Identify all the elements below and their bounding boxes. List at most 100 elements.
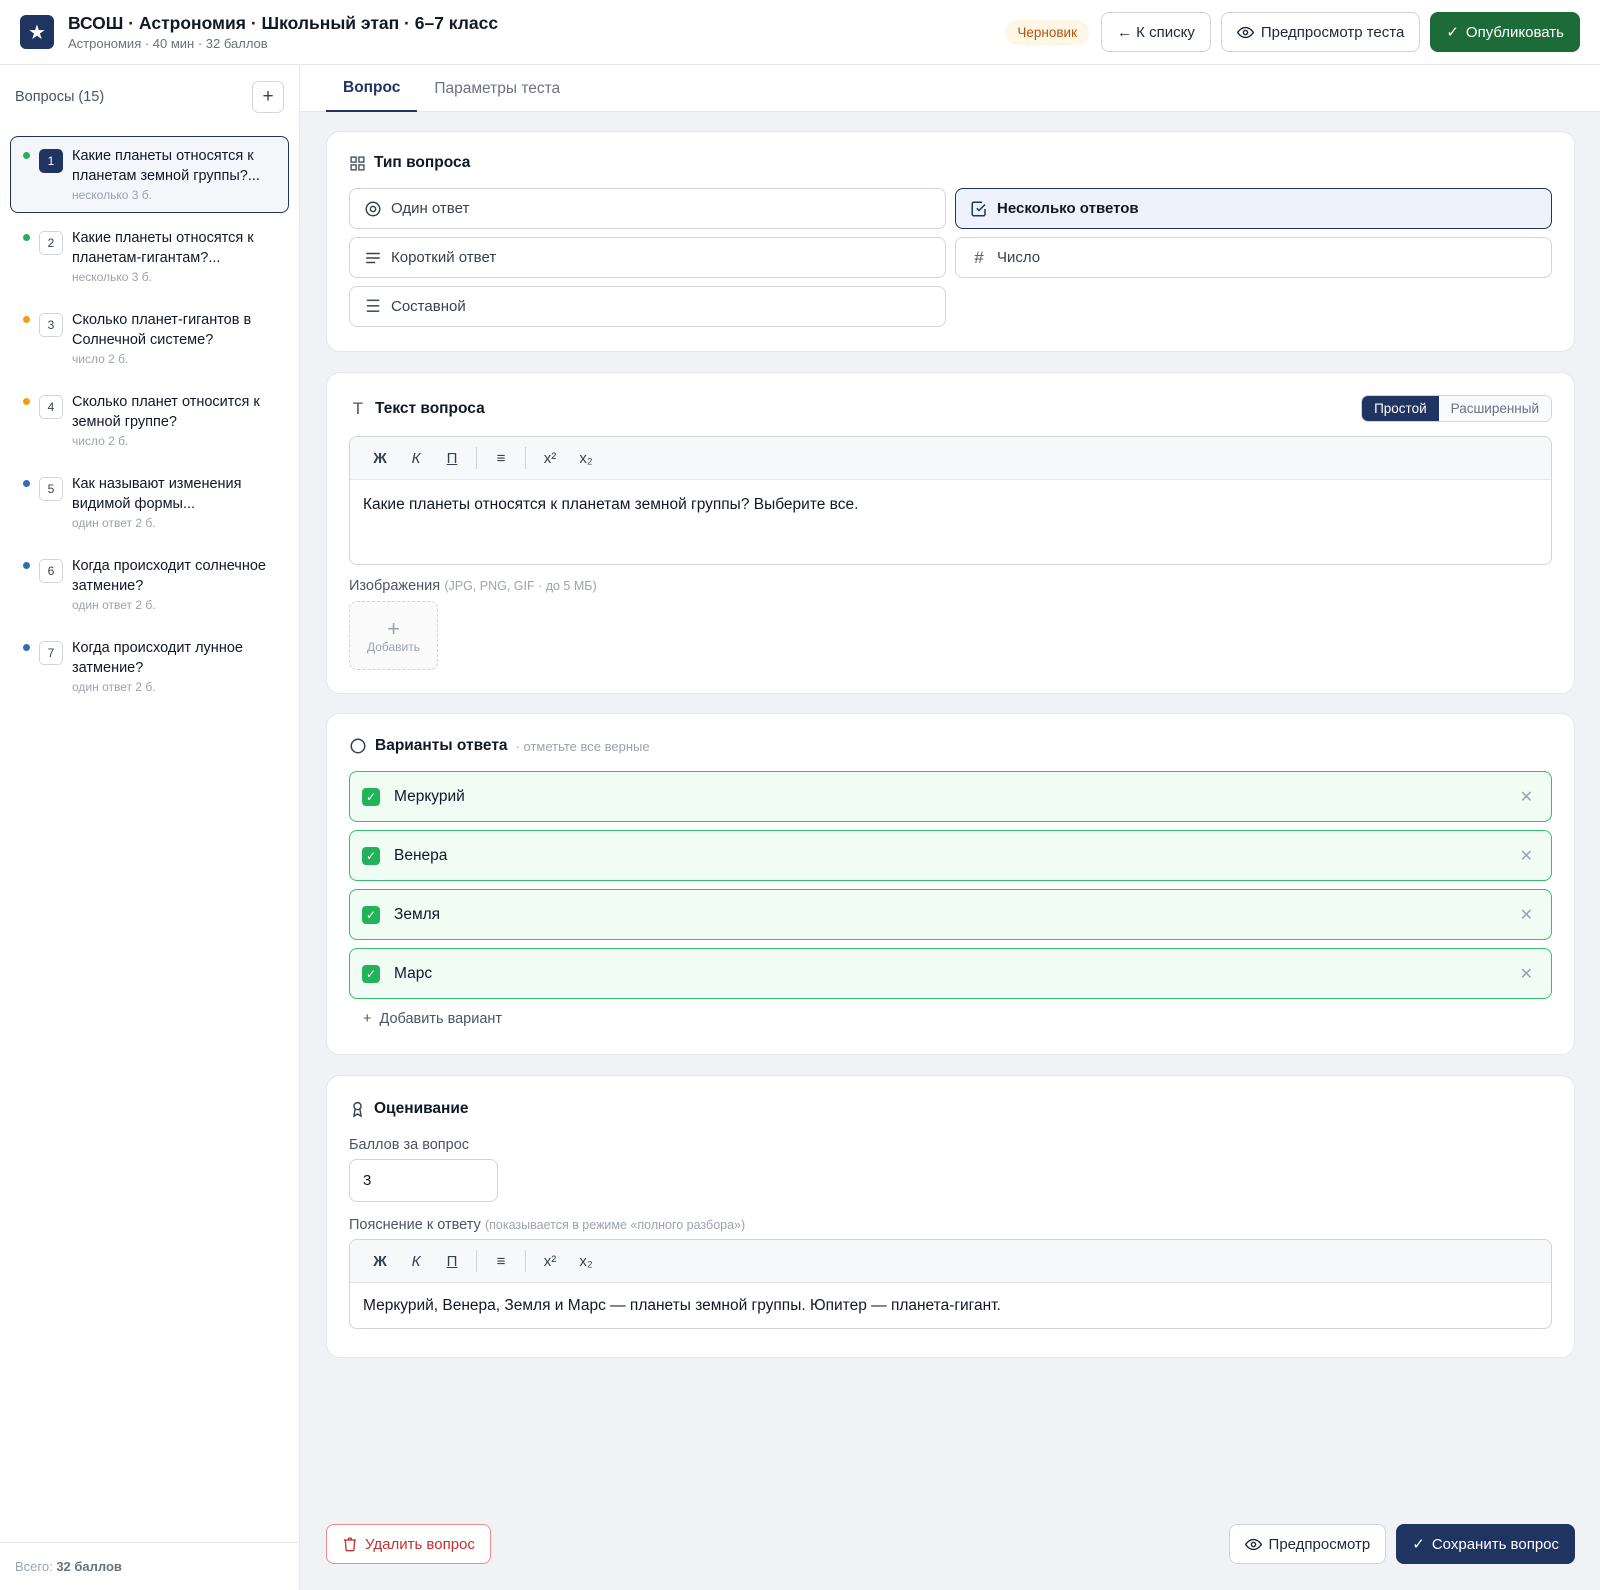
image-upload-button[interactable]: + Добавить xyxy=(349,601,438,670)
question-list-item[interactable]: 4 Сколько планет относится к земной групп… xyxy=(10,382,289,459)
italic-button[interactable]: К xyxy=(398,1253,434,1270)
grid-icon xyxy=(350,155,365,171)
question-type-title: Тип вопроса xyxy=(374,154,471,171)
images-hint: (JPG, PNG, GIF · до 5 МБ) xyxy=(444,579,597,593)
italic-button[interactable]: К xyxy=(398,450,434,467)
delete-question-button[interactable]: Удалить вопрос xyxy=(326,1524,491,1564)
type-multiple-label: Несколько ответов xyxy=(997,200,1139,217)
list-button[interactable]: ≡ xyxy=(483,1253,519,1270)
header-actions: Черновик ← К списку Предпросмотр теста ✓… xyxy=(1005,12,1580,52)
correct-checkbox[interactable]: ✓ xyxy=(362,964,380,983)
question-item-text: Когда происходит лунное затмение? xyxy=(72,640,243,676)
question-item-meta: один ответ 2 б. xyxy=(72,598,156,612)
back-to-list-button[interactable]: ← К списку xyxy=(1101,12,1211,52)
question-list-item[interactable]: 5 Как называют изменения видимой формы...… xyxy=(10,464,289,541)
underline-button[interactable]: П xyxy=(434,1253,470,1270)
answer-option-text[interactable]: Меркурий xyxy=(394,788,465,806)
footer-actions: Удалить вопрос Предпросмотр ✓ Сохранить … xyxy=(326,1524,1575,1564)
save-question-button[interactable]: ✓ Сохранить вопрос xyxy=(1396,1524,1575,1564)
correct-checkbox[interactable]: ✓ xyxy=(362,787,380,806)
underline-button[interactable]: П xyxy=(434,450,470,467)
answers-header: Варианты ответа · отметьте все верные xyxy=(349,737,1552,755)
question-number: 2 xyxy=(39,231,63,255)
tab-bar: Вопрос Параметры теста xyxy=(300,65,1600,112)
type-number[interactable]: # Число xyxy=(955,237,1552,278)
question-number: 1 xyxy=(39,149,63,173)
preview-test-button[interactable]: Предпросмотр теста xyxy=(1220,12,1421,52)
question-item-body: Когда происходит лунное затмение? один от… xyxy=(72,638,276,694)
superscript-button[interactable]: x² xyxy=(532,1253,568,1270)
bold-button[interactable]: Ж xyxy=(362,450,398,467)
total-prefix: Всего: xyxy=(15,1559,57,1574)
answers-title: Варианты ответа xyxy=(375,737,508,754)
answer-option-text[interactable]: Марс xyxy=(394,965,432,983)
type-short-answer[interactable]: Короткий ответ xyxy=(349,237,946,278)
question-text-content[interactable]: Какие планеты относятся к планетам земно… xyxy=(350,480,1551,528)
question-list: 1 Какие планеты относятся к планетам земн… xyxy=(0,128,299,705)
remove-option-icon[interactable]: ✕ xyxy=(1520,846,1533,866)
question-list-item[interactable]: 7 Когда происходит лунное затмение? один о… xyxy=(10,628,289,705)
mode-simple-button[interactable]: Простой xyxy=(1362,396,1439,421)
tab-question[interactable]: Вопрос xyxy=(326,65,418,112)
answer-option-text[interactable]: Земля xyxy=(394,906,440,924)
list-button[interactable]: ≡ xyxy=(483,450,519,467)
grading-card: Оценивание Баллов за вопрос 3 Пояснение … xyxy=(326,1075,1575,1358)
explanation-content[interactable]: Меркурий, Венера, Земля и Марс — планеты… xyxy=(350,1283,1551,1328)
plus-icon: + xyxy=(363,1011,372,1027)
explanation-label: Пояснение к ответу xyxy=(349,1217,481,1233)
question-list-item[interactable]: 6 Когда происходит солнечное затмение? оди… xyxy=(10,546,289,623)
type-single-label: Один ответ xyxy=(391,200,470,217)
explanation-label-row: Пояснение к ответу (показывается в режим… xyxy=(349,1216,1552,1233)
answers-card: Варианты ответа · отметьте все верные ✓ М… xyxy=(326,713,1575,1055)
question-list-item[interactable]: 3 Сколько планет-гигантов в Солнечной сис… xyxy=(10,300,289,377)
editor-toolbar: Ж К П ≡ x² x₂ xyxy=(350,1240,1551,1283)
preview-test-label: Предпросмотр теста xyxy=(1260,23,1405,41)
type-single-answer[interactable]: Один ответ xyxy=(349,188,946,229)
mode-extended-button[interactable]: Расширенный xyxy=(1438,396,1551,421)
total-points: 32 баллов xyxy=(56,1559,122,1574)
subscript-button[interactable]: x₂ xyxy=(568,450,604,467)
add-question-button[interactable]: + xyxy=(252,80,284,113)
main-panel: Вопрос Параметры теста Тип вопроса Один … xyxy=(300,65,1600,1590)
answers-hint: · отметьте все верные xyxy=(515,738,650,754)
grading-title: Оценивание xyxy=(374,1100,469,1117)
add-option-button[interactable]: + Добавить вариант xyxy=(363,1011,1552,1027)
subscript-button[interactable]: x₂ xyxy=(568,1253,604,1270)
remove-option-icon[interactable]: ✕ xyxy=(1520,964,1533,984)
correct-checkbox[interactable]: ✓ xyxy=(362,846,380,865)
question-list-item[interactable]: 1 Какие планеты относятся к планетам земн… xyxy=(10,136,289,213)
remove-option-icon[interactable]: ✕ xyxy=(1520,905,1533,925)
type-multiple-answers[interactable]: Несколько ответов xyxy=(955,188,1552,229)
superscript-button[interactable]: x² xyxy=(532,450,568,467)
checkbox-icon xyxy=(971,201,986,216)
list-icon: ☰ xyxy=(365,296,381,316)
type-composite[interactable]: ☰ Составной xyxy=(349,286,946,327)
bold-button[interactable]: Ж xyxy=(362,1253,398,1270)
question-list-item[interactable]: 2 Какие планеты относятся к планетам-гига… xyxy=(10,218,289,295)
trash-icon xyxy=(344,1537,356,1552)
question-item-meta: один ответ 2 б. xyxy=(72,516,156,530)
status-dot xyxy=(23,480,30,487)
preview-button[interactable]: Предпросмотр xyxy=(1228,1524,1387,1564)
explanation-editor: Ж К П ≡ x² x₂ Меркурий, Венера, Земля и … xyxy=(349,1239,1552,1329)
remove-option-icon[interactable]: ✕ xyxy=(1520,787,1533,807)
question-item-body: Какие планеты относятся к планетам-гиган… xyxy=(72,228,276,284)
question-item-meta: несколько 3 б. xyxy=(72,188,152,202)
status-dot xyxy=(23,398,30,405)
question-item-text: Какие планеты относятся к планетам-гиган… xyxy=(72,230,254,266)
publish-button[interactable]: ✓ Опубликовать xyxy=(1430,12,1580,52)
tab-test-params[interactable]: Параметры теста xyxy=(417,65,577,112)
question-text-editor: Ж К П ≡ x² x₂ Какие планеты относятся к … xyxy=(349,436,1552,565)
title-block: ВСОШ · Астрономия · Школьный этап · 6–7 … xyxy=(68,13,498,51)
question-item-meta: число 2 б. xyxy=(72,352,129,366)
answer-option-text[interactable]: Венера xyxy=(394,847,447,865)
points-input[interactable]: 3 xyxy=(349,1159,498,1202)
grading-header: Оценивание xyxy=(349,1100,1552,1118)
sidebar-footer: Всего: 32 баллов xyxy=(0,1542,300,1590)
question-number: 6 xyxy=(39,559,63,583)
question-item-body: Когда происходит солнечное затмение? один… xyxy=(72,556,276,612)
circle-icon xyxy=(350,738,366,754)
answer-options: ✓ Меркурий ✕ ✓ Венера ✕ ✓ Земля ✕ ✓ Марс ✕ xyxy=(349,771,1552,999)
correct-checkbox[interactable]: ✓ xyxy=(362,905,380,924)
question-item-meta: число 2 б. xyxy=(72,434,129,448)
